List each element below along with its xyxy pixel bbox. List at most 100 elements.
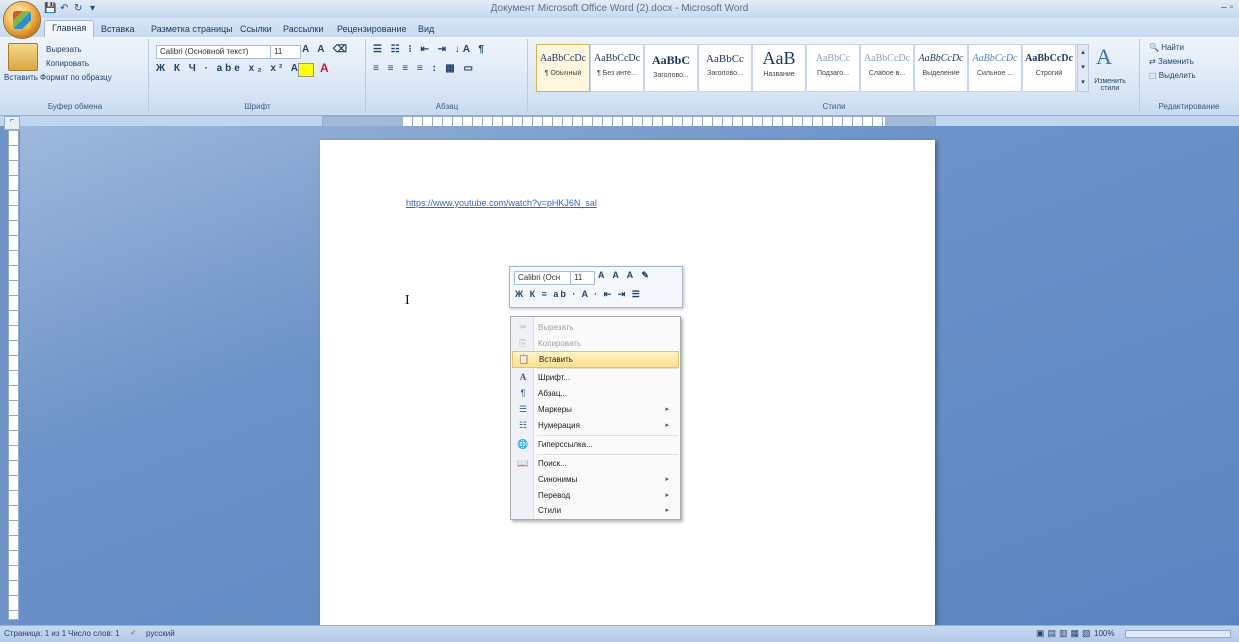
menu-item-synonyms[interactable]: Синонимы ▸ xyxy=(512,472,679,487)
select-icon: ⬚ xyxy=(1149,71,1159,80)
menu-item-hyperlink[interactable]: 🌐 Гиперссылка... xyxy=(512,437,679,452)
tab-page-layout[interactable]: Разметка страницы xyxy=(144,22,240,36)
style-name: Заголово... xyxy=(653,72,689,79)
office-logo-icon xyxy=(13,11,31,29)
format-painter-button[interactable]: Формат по образцу xyxy=(40,73,112,82)
style-name: Выделение xyxy=(922,70,960,77)
mini-size-combo[interactable]: 11 xyxy=(570,271,595,285)
style-title[interactable]: AaB Название xyxy=(752,44,806,92)
menu-item-styles[interactable]: Стили ▸ xyxy=(512,503,679,518)
select-button[interactable]: ⬚ Выделить xyxy=(1149,71,1196,80)
style-name: ¶ Без инте... xyxy=(597,70,637,77)
style-sample: AaBbCc xyxy=(815,53,851,64)
status-language[interactable]: русский xyxy=(146,629,175,638)
style-name: Сильное ... xyxy=(976,70,1014,77)
style-strong[interactable]: AaBbCcDc Строгий xyxy=(1022,44,1076,92)
font-name-combo[interactable]: Calibri (Основной текст) xyxy=(156,45,271,59)
office-button[interactable] xyxy=(4,2,40,38)
menu-item-numbering[interactable]: ☷ Нумерация ▸ xyxy=(512,418,679,433)
paragraph-icon: ¶ xyxy=(520,388,526,398)
style-sample: AaBbCcDc xyxy=(593,53,641,64)
document-hyperlink[interactable]: https://www.youtube.com/watch?v=pHKJ6N_s… xyxy=(406,198,597,208)
clipboard-group: Вставить Вырезать Копировать Формат по о… xyxy=(2,39,149,112)
font-format-buttons[interactable]: Ж К Ч · abe x₂ x² Aa xyxy=(156,63,310,74)
spelling-check-icon[interactable]: ✓ xyxy=(130,628,137,637)
mini-grow-font-icons[interactable]: A A A ✎ xyxy=(598,270,652,281)
text-cursor-icon: I xyxy=(405,293,410,308)
submenu-arrow-icon: ▸ xyxy=(665,406,669,413)
menu-item-font[interactable]: A Шрифт... xyxy=(512,370,679,385)
grow-shrink-font-icon[interactable]: A A ⌫ xyxy=(302,44,350,55)
bullets-icon: ☰ xyxy=(518,404,528,414)
styles-group-label: Стили xyxy=(822,102,846,111)
mini-font-combo[interactable]: Calibri (Осн xyxy=(514,271,571,285)
menu-separator xyxy=(537,435,678,436)
menu-item-translate[interactable]: Перевод ▸ xyxy=(512,488,679,503)
menu-item-cut[interactable]: ✂ Вырезать xyxy=(512,320,679,335)
window-controls[interactable]: – ▫ xyxy=(1221,2,1233,13)
style-emphasis[interactable]: AaBbCcDc Выделение xyxy=(914,44,968,92)
menu-item-paste[interactable]: 📋 Вставить xyxy=(512,351,679,368)
menu-item-label: Нумерация xyxy=(538,421,580,430)
find-button[interactable]: 🔍 Найти xyxy=(1149,43,1184,52)
copy-button[interactable]: Копировать xyxy=(46,59,89,68)
replace-button[interactable]: ⇄ Заменить xyxy=(1149,57,1194,66)
menu-item-bullets[interactable]: ☰ Маркеры ▸ xyxy=(512,402,679,417)
paste-icon[interactable] xyxy=(8,43,38,71)
font-group: Calibri (Основной текст) 11 A A ⌫ Ж К Ч … xyxy=(150,39,366,112)
submenu-arrow-icon: ▸ xyxy=(665,422,669,429)
style-name: Подзаго... xyxy=(816,70,850,77)
menu-item-label: Вырезать xyxy=(538,323,574,332)
font-color-icon[interactable]: A xyxy=(320,61,329,75)
menu-item-label: Маркеры xyxy=(538,405,572,414)
style-heading-2[interactable]: AaBbCc Заголово... xyxy=(698,44,752,92)
change-styles-button[interactable]: Изменить стили xyxy=(1090,78,1130,92)
style-name: ¶ Обычный xyxy=(544,70,582,77)
font-size-combo[interactable]: 11 xyxy=(270,45,301,59)
tab-insert[interactable]: Вставка xyxy=(94,22,141,36)
style-sample: AaB xyxy=(762,48,796,68)
submenu-arrow-icon: ▸ xyxy=(665,492,669,499)
tab-view[interactable]: Вид xyxy=(411,22,441,36)
highlight-color-icon[interactable] xyxy=(298,63,314,77)
style-subtitle[interactable]: AaBbCc Подзаго... xyxy=(806,44,860,92)
tab-review[interactable]: Рецензирование xyxy=(330,22,414,36)
mini-format-buttons[interactable]: Ж К ≡ ab · A · ⇤ ⇥ ☰ xyxy=(515,289,642,300)
copy-icon: ⎘ xyxy=(519,338,527,348)
tab-selector-icon[interactable]: ⌐ xyxy=(4,116,20,130)
style-intense-emphasis[interactable]: AaBbCcDc Сильное ... xyxy=(968,44,1022,92)
zoom-level[interactable]: 100% xyxy=(1094,629,1114,638)
tab-home[interactable]: Главная xyxy=(44,20,95,38)
font-group-label: Шрифт xyxy=(244,102,271,111)
style-sample: AaBbCcDc xyxy=(918,53,964,64)
menu-separator xyxy=(537,368,678,369)
menu-item-paragraph[interactable]: ¶ Абзац... xyxy=(512,386,679,401)
menu-item-lookup[interactable]: 📖 Поиск... xyxy=(512,456,679,471)
alignment-buttons[interactable]: ≡ ≡ ≡ ≡ ↕ ▦ ▭ xyxy=(373,63,476,74)
style-sample: AaBbCcDc xyxy=(863,53,911,64)
style-normal[interactable]: AaBbCcDc ¶ Обычный xyxy=(536,44,590,92)
status-bar: Страница: 1 из 1 Число слов: 1 ✓ русский… xyxy=(0,625,1239,642)
tab-references[interactable]: Ссылки xyxy=(233,22,279,36)
paste-button[interactable]: Вставить xyxy=(4,73,38,82)
styles-scroll-icon[interactable]: ▴ ▾ ▾ xyxy=(1077,44,1089,92)
style-heading-1[interactable]: AaBbC Заголово... xyxy=(644,44,698,92)
vertical-ruler[interactable] xyxy=(8,130,19,620)
style-subtle-emphasis[interactable]: AaBbCcDc Слабое в... xyxy=(860,44,914,92)
find-icon: 🔍 xyxy=(1149,43,1162,52)
view-mode-icons[interactable]: ▣▤▥▦▧ xyxy=(1036,628,1094,639)
menu-item-copy[interactable]: ⎘ Копировать xyxy=(512,336,679,351)
zoom-slider[interactable] xyxy=(1125,630,1231,638)
paste-icon: 📋 xyxy=(518,354,530,364)
style-no-spacing[interactable]: AaBbCcDc ¶ Без инте... xyxy=(590,44,644,92)
cut-button[interactable]: Вырезать xyxy=(46,45,82,54)
list-indent-buttons[interactable]: ☰ ☷ ⁝ ⇤ ⇥ ↓A ¶ xyxy=(373,44,487,55)
hyperlink-icon: 🌐 xyxy=(517,439,529,449)
replace-icon: ⇄ xyxy=(1149,57,1158,66)
tab-mailings[interactable]: Рассылки xyxy=(276,22,330,36)
style-sample: AaBbCcDc xyxy=(972,53,1018,64)
status-word-count[interactable]: Число слов: 1 xyxy=(68,629,120,638)
context-menu: ✂ Вырезать ⎘ Копировать 📋 Вставить A Шрифт..… xyxy=(510,316,681,520)
status-page[interactable]: Страница: 1 из 1 xyxy=(4,629,66,638)
change-styles-icon[interactable]: A xyxy=(1096,44,1112,70)
